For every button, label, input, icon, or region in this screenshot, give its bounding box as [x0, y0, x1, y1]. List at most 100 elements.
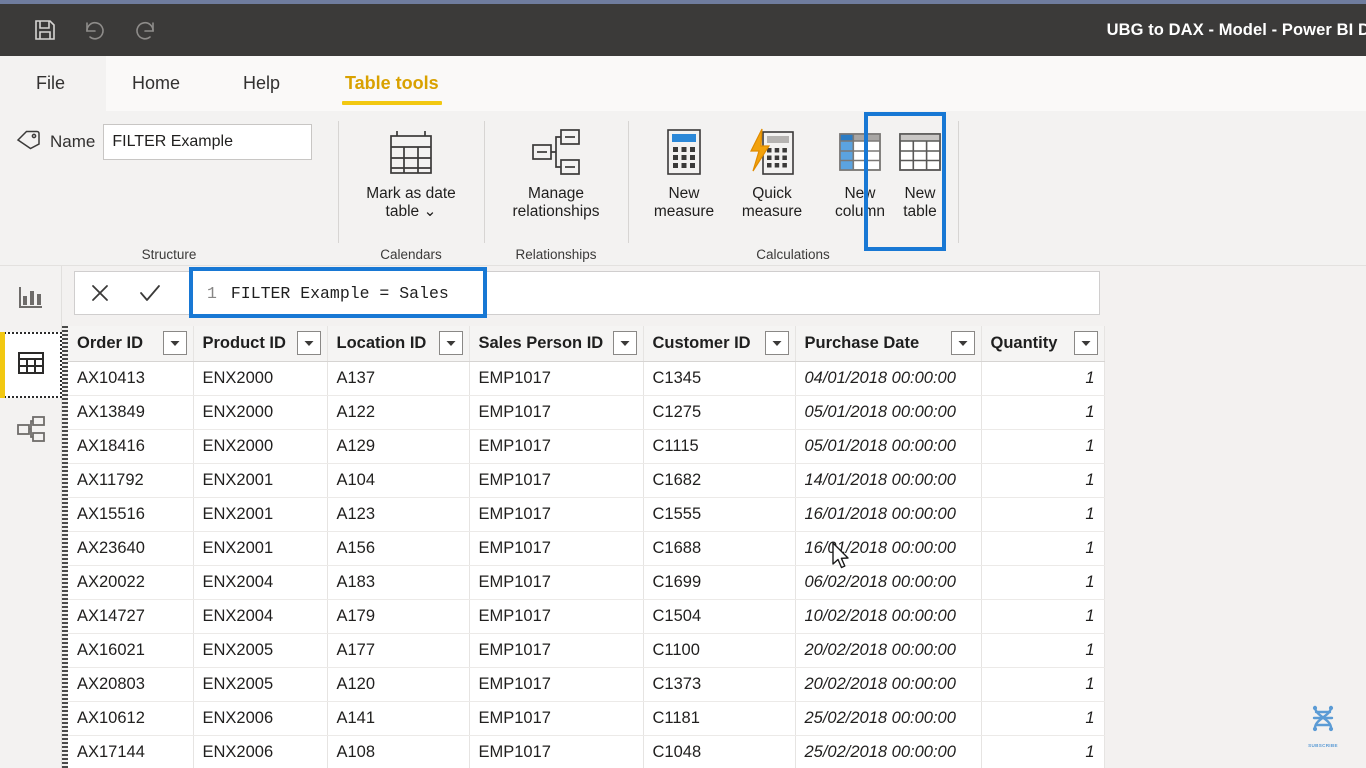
column-filter-dropdown-icon[interactable]	[612, 331, 637, 356]
column-header-quantity[interactable]: Quantity	[981, 326, 1105, 362]
table-cell[interactable]: C1555	[643, 497, 796, 532]
table-cell[interactable]: 1	[981, 599, 1105, 634]
formula-cancel-button[interactable]	[75, 272, 125, 314]
column-filter-dropdown-icon[interactable]	[162, 331, 187, 356]
table-cell[interactable]: A141	[327, 701, 470, 736]
table-cell[interactable]: C1275	[643, 395, 796, 430]
table-cell[interactable]: C1115	[643, 429, 796, 464]
table-cell[interactable]: EMP1017	[469, 735, 644, 768]
table-row[interactable]: AX20803 ENX2005 A120 EMP1017 C1373 20/02/2018…	[68, 667, 1105, 702]
table-cell[interactable]: A156	[327, 531, 470, 566]
table-cell[interactable]: 05/01/2018 00:00:00	[795, 395, 982, 430]
tab-table-tools[interactable]: Table tools	[339, 56, 445, 111]
table-cell[interactable]: A137	[327, 361, 470, 396]
table-cell[interactable]: ENX2000	[193, 361, 328, 396]
column-filter-dropdown-icon[interactable]	[438, 331, 463, 356]
table-cell[interactable]: AX11792	[68, 463, 194, 498]
table-cell[interactable]: ENX2005	[193, 633, 328, 668]
table-cell[interactable]: A129	[327, 429, 470, 464]
table-cell[interactable]: EMP1017	[469, 463, 644, 498]
table-cell[interactable]: 16/01/2018 00:00:00	[795, 531, 982, 566]
table-cell[interactable]: EMP1017	[469, 361, 644, 396]
column-filter-dropdown-icon[interactable]	[950, 331, 975, 356]
table-name-input[interactable]	[103, 124, 313, 160]
table-cell[interactable]: ENX2004	[193, 599, 328, 634]
table-cell[interactable]: ENX2005	[193, 667, 328, 702]
table-cell[interactable]: C1100	[643, 633, 796, 668]
table-cell[interactable]: C1048	[643, 735, 796, 768]
table-cell[interactable]: AX16021	[68, 633, 194, 668]
table-cell[interactable]: EMP1017	[469, 497, 644, 532]
table-cell[interactable]: ENX2001	[193, 531, 328, 566]
table-cell[interactable]: 20/02/2018 00:00:00	[795, 633, 982, 668]
table-row[interactable]: AX23640 ENX2001 A156 EMP1017 C1688 16/01/2018…	[68, 531, 1105, 566]
table-row[interactable]: AX20022 ENX2004 A183 EMP1017 C1699 06/02/2018…	[68, 565, 1105, 600]
column-filter-dropdown-icon[interactable]	[1073, 331, 1098, 356]
table-cell[interactable]: AX15516	[68, 497, 194, 532]
table-cell[interactable]: ENX2004	[193, 565, 328, 600]
table-cell[interactable]: ENX2001	[193, 463, 328, 498]
column-header-sales-person-id[interactable]: Sales Person ID	[469, 326, 644, 362]
table-cell[interactable]: ENX2001	[193, 497, 328, 532]
table-cell[interactable]: EMP1017	[469, 701, 644, 736]
column-header-customer-id[interactable]: Customer ID	[643, 326, 796, 362]
table-cell[interactable]: A123	[327, 497, 470, 532]
column-filter-dropdown-icon[interactable]	[764, 331, 789, 356]
table-cell[interactable]: AX20803	[68, 667, 194, 702]
table-cell[interactable]: 1	[981, 395, 1105, 430]
table-row[interactable]: AX13849 ENX2000 A122 EMP1017 C1275 05/01/2018…	[68, 395, 1105, 430]
manage-relationships-button[interactable]: Manage relationships	[496, 121, 616, 221]
table-cell[interactable]: 06/02/2018 00:00:00	[795, 565, 982, 600]
table-cell[interactable]: A104	[327, 463, 470, 498]
table-cell[interactable]: 1	[981, 463, 1105, 498]
undo-icon[interactable]	[78, 13, 112, 47]
table-cell[interactable]: EMP1017	[469, 531, 644, 566]
table-row[interactable]: AX11792 ENX2001 A104 EMP1017 C1682 14/01/2018…	[68, 463, 1105, 498]
table-cell[interactable]: A108	[327, 735, 470, 768]
table-cell[interactable]: 10/02/2018 00:00:00	[795, 599, 982, 634]
column-header-location-id[interactable]: Location ID	[327, 326, 470, 362]
table-cell[interactable]: C1688	[643, 531, 796, 566]
quick-measure-button[interactable]: Quick measure	[728, 121, 816, 221]
table-cell[interactable]: 25/02/2018 00:00:00	[795, 701, 982, 736]
table-cell[interactable]: 1	[981, 735, 1105, 768]
table-cell[interactable]: AX17144	[68, 735, 194, 768]
table-row[interactable]: AX14727 ENX2004 A179 EMP1017 C1504 10/02/2018…	[68, 599, 1105, 634]
table-cell[interactable]: EMP1017	[469, 429, 644, 464]
tab-file[interactable]: File	[30, 56, 71, 111]
table-cell[interactable]: C1181	[643, 701, 796, 736]
table-cell[interactable]: AX13849	[68, 395, 194, 430]
table-cell[interactable]: A179	[327, 599, 470, 634]
table-row[interactable]: AX16021 ENX2005 A177 EMP1017 C1100 20/02/2018…	[68, 633, 1105, 668]
column-header-purchase-date[interactable]: Purchase Date	[795, 326, 982, 362]
table-cell[interactable]: EMP1017	[469, 599, 644, 634]
redo-icon[interactable]	[128, 13, 162, 47]
table-cell[interactable]: ENX2000	[193, 395, 328, 430]
column-header-product-id[interactable]: Product ID	[193, 326, 328, 362]
table-cell[interactable]: 16/01/2018 00:00:00	[795, 497, 982, 532]
table-cell[interactable]: EMP1017	[469, 633, 644, 668]
table-cell[interactable]: 05/01/2018 00:00:00	[795, 429, 982, 464]
table-cell[interactable]: 1	[981, 565, 1105, 600]
table-cell[interactable]: 14/01/2018 00:00:00	[795, 463, 982, 498]
table-cell[interactable]: C1699	[643, 565, 796, 600]
table-row[interactable]: AX18416 ENX2000 A129 EMP1017 C1115 05/01/2018…	[68, 429, 1105, 464]
table-row[interactable]: AX17144 ENX2006 A108 EMP1017 C1048 25/02/2018…	[68, 735, 1105, 768]
table-cell[interactable]: AX14727	[68, 599, 194, 634]
table-row[interactable]: AX15516 ENX2001 A123 EMP1017 C1555 16/01/2018…	[68, 497, 1105, 532]
table-cell[interactable]: EMP1017	[469, 667, 644, 702]
table-cell[interactable]: AX20022	[68, 565, 194, 600]
table-cell[interactable]: A177	[327, 633, 470, 668]
new-measure-button[interactable]: New measure	[640, 121, 728, 221]
table-cell[interactable]: 1	[981, 531, 1105, 566]
column-header-order-id[interactable]: Order ID	[68, 326, 194, 362]
table-cell[interactable]: A122	[327, 395, 470, 430]
table-row[interactable]: AX10413 ENX2000 A137 EMP1017 C1345 04/01/2018…	[68, 361, 1105, 396]
table-cell[interactable]: C1504	[643, 599, 796, 634]
table-cell[interactable]: A120	[327, 667, 470, 702]
table-cell[interactable]: ENX2000	[193, 429, 328, 464]
column-filter-dropdown-icon[interactable]	[296, 331, 321, 356]
table-cell[interactable]: 20/02/2018 00:00:00	[795, 667, 982, 702]
table-cell[interactable]: EMP1017	[469, 395, 644, 430]
formula-commit-button[interactable]	[125, 272, 175, 314]
